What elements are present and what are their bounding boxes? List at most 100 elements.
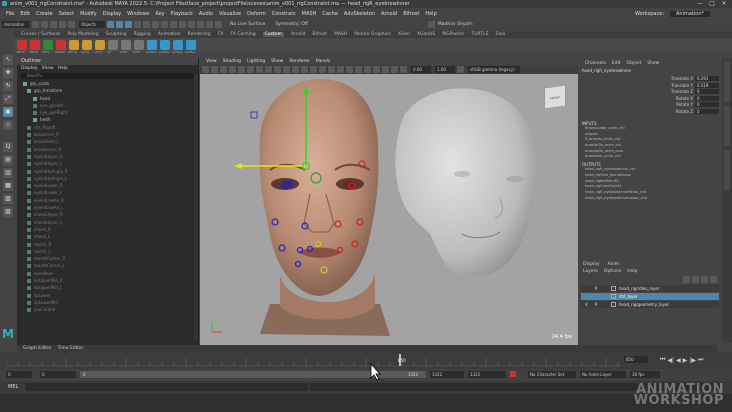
side-tab-attribute-editor[interactable] — [724, 106, 730, 146]
channel-attribute[interactable]: Rotate Z0 — [579, 108, 721, 116]
layer-playback-toggle[interactable]: P — [595, 302, 597, 307]
menu-arnold[interactable]: Arnold — [381, 11, 397, 17]
layer-move-up-icon[interactable] — [683, 276, 690, 283]
shelf-tab-arnold[interactable]: Arnold — [291, 32, 306, 37]
layout-graph-icon[interactable]: ▨ — [3, 207, 13, 217]
lasso-tool-icon[interactable]: ▣ — [3, 107, 13, 117]
outliner-item[interactable]: eyelidUpAngle_R — [17, 168, 198, 175]
outliner-search-input[interactable]: Search... — [21, 73, 194, 79]
outliner-item[interactable]: eyelidUpper_R — [17, 153, 198, 160]
outliner-item[interactable]: jawControl — [17, 306, 198, 313]
shelf-button-9[interactable]: CVM — [120, 40, 131, 54]
menu-help[interactable]: Help — [425, 11, 436, 17]
live-surface-label[interactable]: No Live Surface — [230, 22, 265, 27]
antialias-icon[interactable] — [364, 66, 371, 73]
playback-start-field[interactable]: 0 — [40, 371, 76, 378]
xray-icon[interactable] — [382, 66, 389, 73]
outliner-item[interactable]: eye_geoRight — [17, 109, 198, 116]
layer-menu-help[interactable]: Help — [627, 269, 637, 274]
selection-mode-select[interactable]: Objects — [79, 21, 105, 28]
outliner-item[interactable]: noseBase — [17, 270, 198, 277]
undo-icon[interactable] — [59, 21, 66, 28]
shelf-tab-xgen[interactable]: XGen — [398, 32, 410, 37]
snap-grid-icon[interactable] — [134, 21, 141, 28]
outliner-item[interactable]: lipUpperMid_R — [17, 277, 198, 284]
current-frame-field[interactable]: 850 — [624, 356, 648, 363]
outliner-item[interactable]: grp_scale — [17, 80, 198, 87]
character-set-select[interactable]: No Character Set — [528, 371, 576, 378]
shadows-icon[interactable] — [337, 66, 344, 73]
outliner-item[interactable]: head — [17, 95, 198, 102]
workspace-select[interactable]: Animation* — [670, 10, 710, 17]
layer-color-swatch[interactable] — [611, 302, 616, 307]
outliner-item[interactable]: nostril_R — [17, 241, 198, 248]
menu-playback[interactable]: Playback — [171, 11, 193, 17]
channelbox-menu-channels[interactable]: Channels — [585, 61, 606, 66]
outliner-item[interactable]: browInnerL_R — [17, 146, 198, 153]
menu-visualize[interactable]: Visualize — [219, 11, 241, 17]
outliner-menu-show[interactable]: Show — [42, 66, 54, 71]
shelf-tab-motion-graphics[interactable]: Motion Graphics — [354, 32, 391, 37]
menu-display[interactable]: Display — [103, 11, 121, 17]
shelf-tab-animation[interactable]: Animation — [158, 32, 181, 37]
grid-icon[interactable] — [238, 66, 245, 73]
rotate-tool-icon[interactable]: ↻ — [3, 81, 13, 91]
range-end-field[interactable]: 1322 — [468, 371, 506, 378]
new-layer-selected-icon[interactable] — [710, 276, 717, 283]
shelf-tab-fx[interactable]: FX — [218, 32, 224, 37]
user-avatar-icon[interactable] — [427, 21, 435, 28]
open-scene-icon[interactable] — [41, 21, 48, 28]
menu-bifrost[interactable]: Bifrost — [403, 11, 419, 17]
layout-single-icon[interactable]: ▤ — [3, 155, 13, 165]
menu-cache[interactable]: Cache — [322, 11, 338, 17]
resolution-gate-icon[interactable] — [256, 66, 263, 73]
shelf-tab-rigging[interactable]: Rigging — [134, 32, 151, 37]
shelf-tab-rendering[interactable]: Rendering — [188, 32, 211, 37]
viewport-menu-panels[interactable]: Panels — [316, 59, 330, 64]
render-settings-icon[interactable] — [206, 21, 213, 28]
shelf-tab-xgenus[interactable]: XGenUS — [417, 32, 435, 37]
outliner-item[interactable]: lipLower — [17, 292, 198, 299]
shelf-tab-fx-caching[interactable]: FX Caching — [230, 32, 255, 37]
channelbox-menu-show[interactable]: Show — [647, 61, 659, 66]
layer-row[interactable]: Phead_rig/rdles_layer — [581, 285, 719, 292]
auto-key-icon[interactable] — [510, 371, 516, 377]
mel-label[interactable]: MEL — [8, 384, 18, 390]
wireframe-icon[interactable] — [292, 66, 299, 73]
menu-deform[interactable]: Deform — [247, 11, 266, 17]
layer-menu-options[interactable]: Options — [604, 269, 621, 274]
color-management-icon[interactable] — [457, 66, 464, 73]
outliner-item[interactable]: ctrl_RigidR — [17, 124, 198, 131]
render-icon[interactable] — [188, 21, 195, 28]
channel-attr-value[interactable]: 0.519 — [695, 82, 719, 88]
field-chart-icon[interactable] — [274, 66, 281, 73]
channel-attr-value[interactable]: 0.291 — [695, 76, 719, 81]
outliner-item[interactable]: mouthCorner_L — [17, 262, 198, 269]
save-scene-icon[interactable] — [50, 21, 57, 28]
outliner-item[interactable]: teeth — [17, 116, 198, 123]
viewport-3d[interactable]: FRONT 24.4 fps — [200, 74, 578, 346]
camera-icon[interactable] — [202, 66, 209, 73]
shelf-button-8[interactable]: CE — [107, 40, 118, 54]
shelf-button-11[interactable]: parBay — [146, 40, 157, 54]
shelf-button-13[interactable]: parBay — [172, 40, 183, 54]
exposure-field[interactable]: 0.00 — [411, 66, 431, 73]
quick-layout-icon[interactable]: Q — [3, 142, 13, 152]
channel-attr-value[interactable]: 0 — [695, 102, 719, 107]
new-scene-icon[interactable] — [32, 21, 39, 28]
channelbox-menu-object[interactable]: Object — [627, 61, 642, 66]
layer-row[interactable]: ctrl_layer — [581, 293, 719, 300]
layer-row[interactable]: V Phead_rig/geometry_layer — [581, 301, 719, 308]
viewport-menu-view[interactable]: View — [206, 59, 217, 64]
outliner-item[interactable]: eyelidLower_L — [17, 189, 198, 196]
select-hierarchy-icon[interactable] — [107, 21, 114, 28]
input-node[interactable]: browInner_anim_ctrl — [579, 154, 721, 160]
viewport-menu-renderer[interactable]: Renderer — [289, 59, 310, 64]
menu-create[interactable]: Create — [36, 11, 53, 17]
outliner-item[interactable]: cheekUpper_R — [17, 211, 198, 218]
outliner-item[interactable]: cheek_L — [17, 233, 198, 240]
lights-icon[interactable] — [328, 66, 335, 73]
range-start-field[interactable]: 0 — [6, 371, 32, 378]
shelf-button-3[interactable]: zTDe — [42, 40, 53, 54]
outliner-menu-display[interactable]: Display — [21, 66, 38, 71]
